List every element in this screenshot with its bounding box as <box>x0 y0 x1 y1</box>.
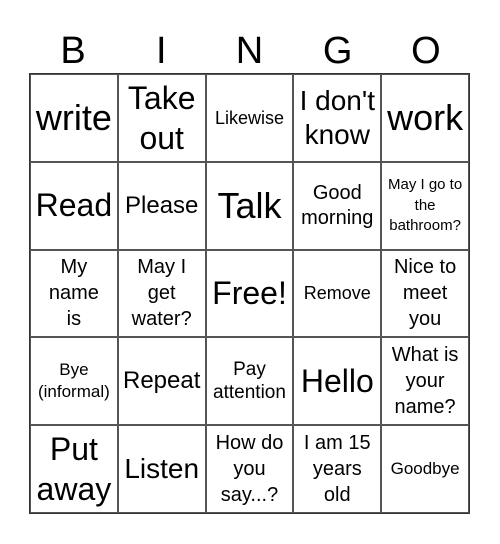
bingo-grid: write Take out Likewise I don't know wor… <box>29 73 470 514</box>
bingo-cell[interactable]: Bye (informal) <box>30 337 118 426</box>
cell-text: Bye (informal) <box>37 360 110 402</box>
cell-text: What is your name? <box>391 344 459 419</box>
bingo-cell[interactable]: Hello <box>293 337 382 426</box>
cell-text: I am 15 years old <box>303 432 371 507</box>
cell-text: May I go to the bathroom? <box>387 176 463 234</box>
bingo-cell[interactable]: Remove <box>293 249 382 338</box>
header-letter-g: G <box>322 30 353 72</box>
bingo-cell[interactable]: May I go to the bathroom? <box>381 161 469 250</box>
bingo-cell[interactable]: Free! <box>205 249 294 338</box>
cell-text: Nice to meet you <box>393 256 457 331</box>
bingo-cell[interactable]: May I get water? <box>117 249 206 338</box>
cell-text: Take out <box>127 79 196 156</box>
bingo-cell[interactable]: What is your name? <box>381 337 469 426</box>
cell-text: work <box>387 97 464 139</box>
cell-text: May I get water? <box>131 256 192 331</box>
bingo-header: B I N G O <box>29 30 470 72</box>
bingo-cell[interactable]: Good morning <box>293 161 382 250</box>
cell-text: My name is <box>48 256 99 331</box>
cell-text: Goodbye <box>390 459 460 479</box>
cell-text: I don't know <box>299 85 375 150</box>
cell-text: How do you say...? <box>215 432 284 507</box>
bingo-cell[interactable]: Pay attention <box>205 337 294 426</box>
cell-text: Listen <box>124 453 200 484</box>
cell-text: Good morning <box>301 181 374 229</box>
bingo-cell[interactable]: I am 15 years old <box>293 425 382 513</box>
cell-text: Please <box>125 191 199 219</box>
bingo-cell[interactable]: How do you say...? <box>205 425 294 513</box>
header-letter-b: B <box>60 30 86 72</box>
bingo-cell[interactable]: Please <box>117 161 206 250</box>
header-letter-n: N <box>235 30 264 72</box>
header-letter-i: I <box>156 30 167 72</box>
bingo-cell[interactable]: My name is <box>30 249 118 338</box>
bingo-cell[interactable]: Put away <box>30 425 118 513</box>
cell-text: Likewise <box>214 107 284 128</box>
cell-text: Talk <box>217 185 282 226</box>
cell-text: Pay attention <box>213 358 286 404</box>
cell-text: Read <box>35 187 113 224</box>
bingo-cell[interactable]: Take out <box>117 74 206 162</box>
cell-text: Free! <box>212 275 287 312</box>
bingo-cell[interactable]: I don't know <box>293 74 382 162</box>
cell-text: Hello <box>300 362 374 399</box>
bingo-cell[interactable]: Read <box>30 161 118 250</box>
bingo-cell[interactable]: Talk <box>205 161 294 250</box>
bingo-cell[interactable]: Repeat <box>117 337 206 426</box>
header-letter-o: O <box>411 30 441 72</box>
cell-text: Remove <box>303 283 371 304</box>
bingo-cell[interactable]: Likewise <box>205 74 294 162</box>
bingo-cell[interactable]: Nice to meet you <box>381 249 469 338</box>
bingo-cell[interactable]: work <box>381 74 469 162</box>
cell-text: write <box>35 97 112 139</box>
bingo-cell[interactable]: Goodbye <box>381 425 469 513</box>
cell-text: Put away <box>36 431 112 508</box>
bingo-cell[interactable]: Listen <box>117 425 206 513</box>
bingo-cell[interactable]: write <box>30 74 118 162</box>
cell-text: Repeat <box>123 367 201 395</box>
